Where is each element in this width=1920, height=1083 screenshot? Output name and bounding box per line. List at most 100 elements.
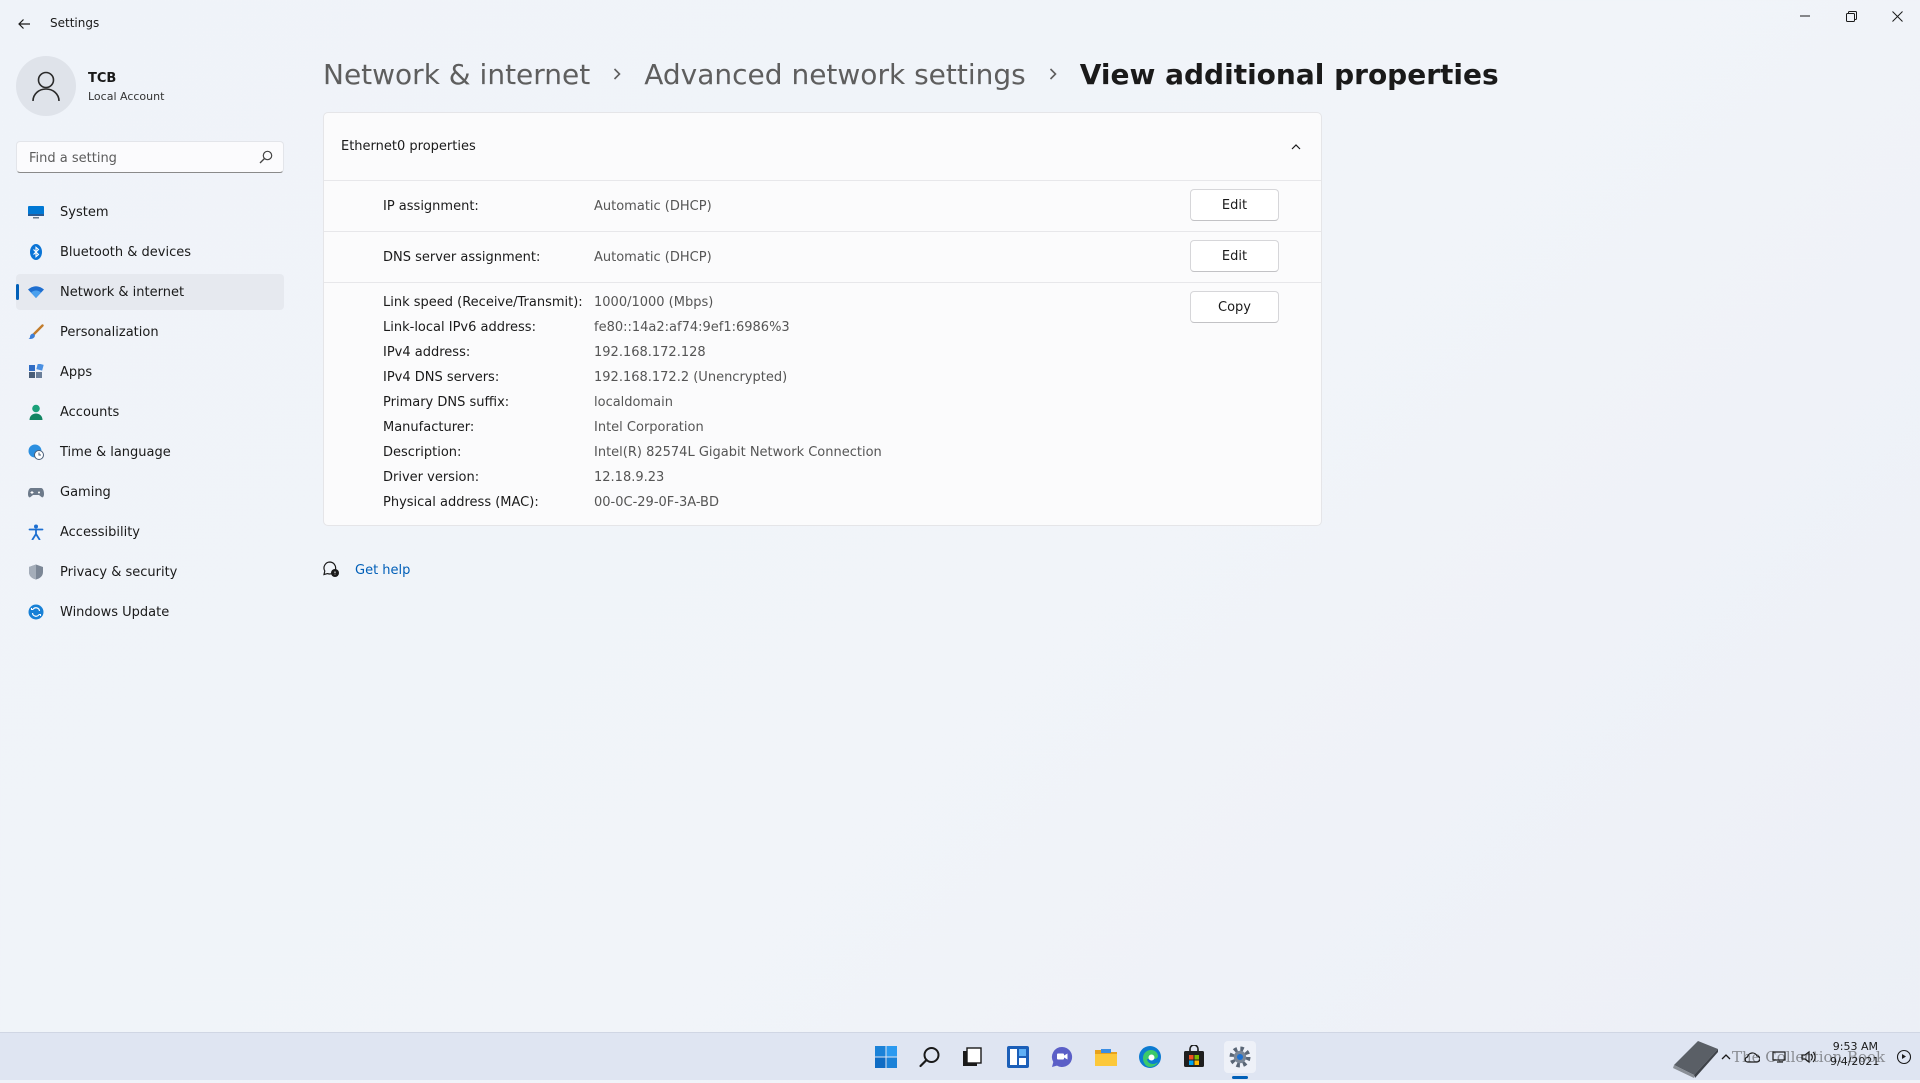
sidebar-item-label: Privacy & security [60,564,178,580]
book-icon [1673,1041,1718,1078]
volume-icon[interactable] [1800,1050,1816,1064]
store-button[interactable] [1178,1041,1210,1073]
settings-button[interactable] [1224,1041,1256,1073]
cloud-icon[interactable] [1744,1050,1760,1064]
chevron-up-icon[interactable] [1720,1051,1732,1063]
start-icon [875,1046,897,1068]
ip-assignment-value: Automatic (DHCP) [594,199,712,214]
property-value: 192.168.172.2 (Unencrypted) [594,370,788,385]
avatar[interactable] [16,56,76,116]
sidebar-item-label: Windows Update [60,604,170,620]
sidebar-item-privacy-security[interactable]: Privacy & security [16,554,284,590]
get-help-link[interactable]: Get help [355,563,410,578]
chat-icon [1051,1046,1073,1067]
close-button[interactable] [1874,0,1920,32]
minimize-icon [1800,15,1810,17]
sidebar-item-label: Accounts [60,404,120,420]
copy-button[interactable]: Copy [1190,291,1279,323]
minimize-button[interactable] [1782,0,1828,32]
sidebar-item-label: Personalization [60,324,159,340]
sidebar-item-personalization[interactable]: Personalization [16,314,284,350]
card-header[interactable]: Ethernet0 properties [324,113,1321,180]
restore-icon [1845,10,1857,22]
sidebar-item-system[interactable]: System [16,194,284,230]
edge-button[interactable] [1134,1041,1166,1073]
sidebar-item-network-internet[interactable]: Network & internet [16,274,284,310]
file-explorer-icon [1095,1049,1117,1066]
breadcrumb-network-internet[interactable]: Network & internet [323,58,590,91]
title-bar: Settings [0,0,1920,48]
property-label: Manufacturer: [383,420,475,435]
notification-icon[interactable] [1896,1049,1912,1065]
search-icon[interactable] [259,150,273,164]
back-arrow-icon [18,19,30,29]
widgets-button[interactable] [1002,1041,1034,1073]
breadcrumb-advanced-network-settings[interactable]: Advanced network settings [644,58,1025,91]
globe-clock-icon [28,444,44,460]
card-title: Ethernet0 properties [341,139,476,154]
property-value: Intel Corporation [594,420,704,435]
help-chat-icon [323,561,339,577]
restore-button[interactable] [1828,0,1874,32]
divider [324,231,1321,232]
property-value: 1000/1000 (Mbps) [594,295,714,310]
network-icon[interactable] [1772,1050,1788,1064]
task-view-icon [963,1047,982,1066]
sidebar-item-label: Accessibility [60,524,140,540]
chat-button[interactable] [1046,1041,1078,1073]
search-icon [919,1047,940,1068]
shield-icon [29,564,43,580]
update-icon [28,604,44,620]
sidebar-item-bluetooth-devices[interactable]: Bluetooth & devices [16,234,284,270]
collapse-button[interactable] [1286,137,1306,157]
sidebar-item-apps[interactable]: Apps [16,354,284,390]
search-input[interactable] [27,142,251,174]
sidebar-item-label: Apps [60,364,93,380]
property-value: Intel(R) 82574L Gigabit Network Connecti… [594,445,882,460]
clock-date: 9/4/2021 [1830,1055,1880,1068]
chevron-up-icon [1291,144,1301,150]
sidebar-item-label: Time & language [60,444,171,460]
app-title: Settings [50,16,100,30]
property-value: localdomain [594,395,673,410]
apps-icon [29,364,44,378]
sidebar-item-accessibility[interactable]: Accessibility [16,514,284,550]
property-label: Description: [383,445,462,460]
sidebar-item-label: Gaming [60,484,111,500]
property-value: 192.168.172.128 [594,345,706,360]
page-title: View additional properties [1079,57,1499,91]
property-value: 00-0C-29-0F-3A-BD [594,495,719,510]
divider [324,282,1321,283]
system-tray [1720,1047,1816,1067]
search-box[interactable] [16,141,284,174]
sidebar-item-windows-update[interactable]: Windows Update [16,594,284,630]
edge-icon [1139,1046,1161,1068]
accessibility-icon [28,524,44,540]
back-button[interactable] [12,12,36,36]
task-view-button[interactable] [956,1041,988,1073]
dns-assignment-value: Automatic (DHCP) [594,250,712,265]
property-value: 12.18.9.23 [594,470,665,485]
file-explorer-button[interactable] [1090,1041,1122,1073]
monitor-icon [28,206,44,219]
taskbar-search-button[interactable] [914,1041,946,1073]
close-icon [1891,10,1903,22]
chevron-right-icon [1049,68,1057,80]
bluetooth-icon [30,244,42,260]
account-type: Local Account [88,90,165,103]
chevron-right-icon [614,68,621,80]
sidebar-nav: System Bluetooth & devices Network & int… [16,194,284,634]
clock[interactable]: 9:53 AM 9/4/2021 [1830,1039,1880,1069]
get-help[interactable]: Get help [323,558,410,582]
sidebar-item-gaming[interactable]: Gaming [16,474,284,510]
edit-dns-button[interactable]: Edit [1190,240,1279,272]
start-button[interactable] [870,1041,902,1073]
edit-ip-button[interactable]: Edit [1190,189,1279,221]
property-label: Link-local IPv6 address: [383,320,536,335]
sidebar-item-accounts[interactable]: Accounts [16,394,284,430]
taskbar: The Collection Book 9:53 AM 9/4/2021 [0,1032,1920,1080]
sidebar-item-label: System [60,204,109,220]
sidebar-item-time-language[interactable]: Time & language [16,434,284,470]
clock-time: 9:53 AM [1832,1040,1878,1053]
person-icon [29,404,43,420]
